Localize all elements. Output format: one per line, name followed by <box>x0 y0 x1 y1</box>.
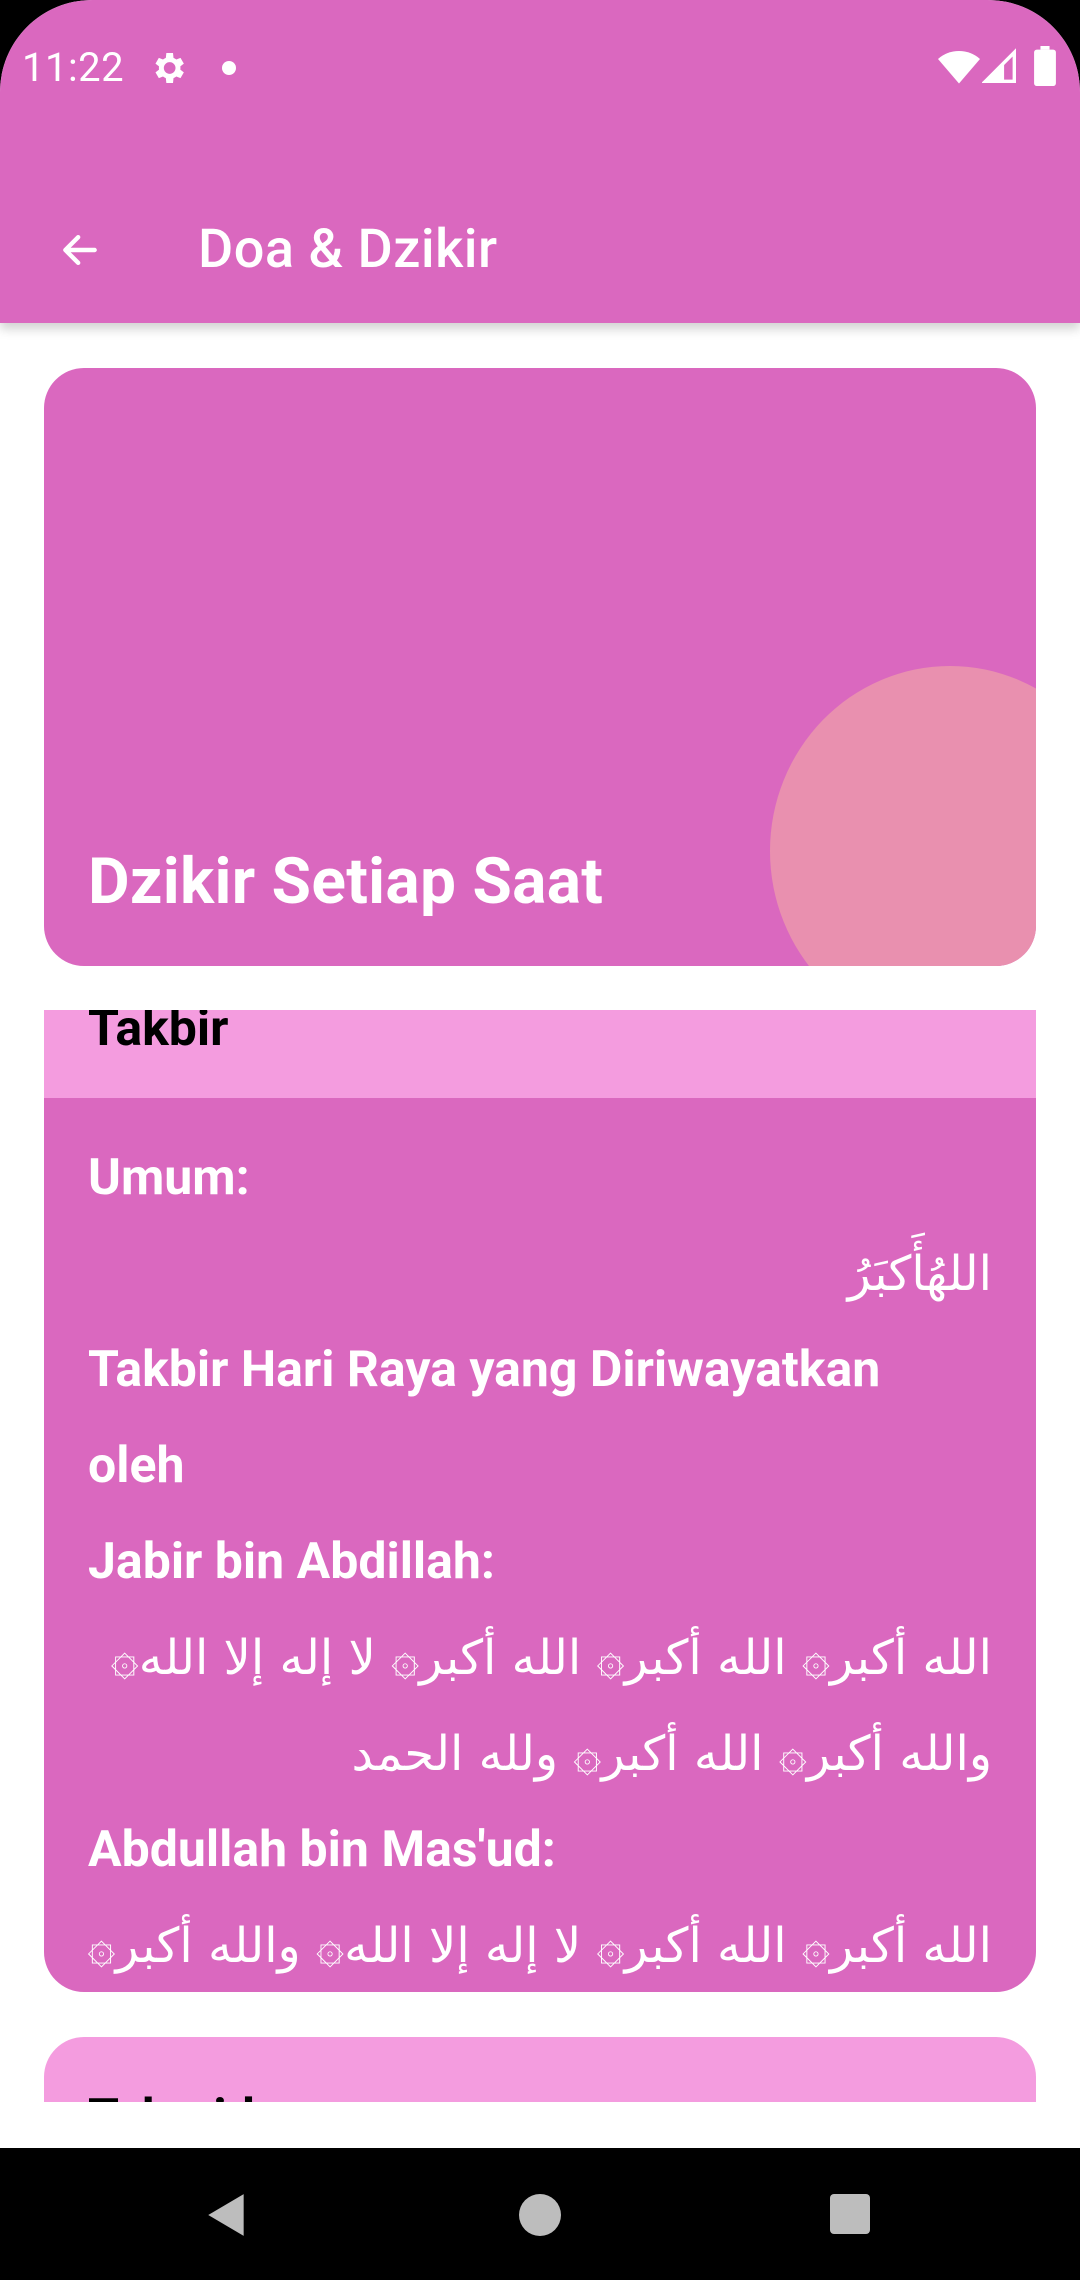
app-bar: Doa & Dzikir <box>0 200 1080 323</box>
screen: 11:22 Doa & Dzikir Dzikir Setiap Saat Ta… <box>0 0 1080 2280</box>
list-bottom-clip <box>0 2102 1080 2148</box>
arabic-text-jabir-line-2: والله أكبر۞ الله أكبر۞ ولله الحمد <box>351 1726 992 1782</box>
arabic-text-takbir: اللهُأَكبَرُ <box>847 1246 992 1302</box>
dzikir-label-umum: Umum: <box>88 1149 250 1207</box>
notification-dot-icon <box>222 61 236 75</box>
dzikir-label-takbir-hari-raya: Takbir Hari Raya yang Diriwayatkan <box>88 1341 881 1399</box>
dzikir-label-jabir: Jabir bin Abdillah: <box>88 1533 496 1591</box>
nav-home-icon[interactable] <box>519 2194 561 2236</box>
navigation-bar <box>0 2148 1080 2280</box>
page-title: Doa & Dzikir <box>198 218 498 281</box>
signal-icon <box>982 48 1016 83</box>
gear-icon <box>155 53 184 83</box>
top-app-bar: 11:22 Doa & Dzikir <box>0 0 1080 323</box>
dzikir-label-abdullah: Abdullah bin Mas'ud: <box>88 1821 556 1879</box>
battery-icon <box>1034 46 1056 86</box>
arrow-left-icon <box>63 234 97 266</box>
takbir-card-header[interactable]: Takbir <box>44 1010 1036 1098</box>
header-card-title: Dzikir Setiap Saat <box>88 844 604 919</box>
takbir-card-title: Takbir <box>88 1010 229 1058</box>
wifi-icon <box>938 50 980 84</box>
arabic-text-abdullah: الله أكبر۞ الله أكبر۞ لا إله إلا الله۞ و… <box>87 1918 992 1974</box>
decorative-circle <box>770 666 1036 966</box>
status-time: 11:22 <box>22 44 125 91</box>
back-button[interactable] <box>40 220 120 280</box>
takbir-card[interactable]: Takbir Umum: اللهُأَكبَرُ Takbir Hari Ra… <box>44 1010 1036 1992</box>
takbir-card-body: Umum: اللهُأَكبَرُ Takbir Hari Raya yang… <box>87 1130 992 1992</box>
dzikir-label-oleh: oleh <box>88 1437 185 1495</box>
arabic-text-jabir-line-1: الله أكبر۞ الله أكبر۞ الله أكبر۞ لا إله … <box>110 1630 992 1686</box>
status-bar: 11:22 <box>0 0 1080 132</box>
nav-recents-icon[interactable] <box>830 2194 870 2234</box>
nav-back-icon[interactable] <box>202 2190 252 2240</box>
header-card: Dzikir Setiap Saat <box>44 368 1036 966</box>
